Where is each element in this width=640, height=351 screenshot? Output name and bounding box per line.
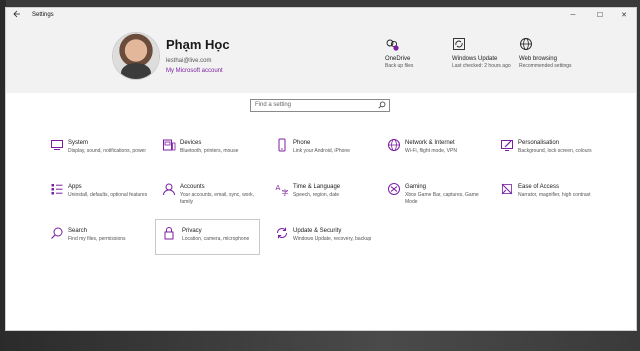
category-description: Xbox Game Bar, captures, Game Mode <box>405 192 479 205</box>
title-bar: Settings ─ ☐ ✕ <box>6 8 636 23</box>
category-description: Narrator, magnifier, high contrast <box>518 192 591 198</box>
category-description: Link your Android, iPhone <box>293 148 350 154</box>
category-search[interactable]: Search Find my files, permissions <box>47 224 151 260</box>
category-title: Update & Security <box>293 228 342 234</box>
svg-text:A: A <box>276 184 281 192</box>
window-title: Settings <box>32 12 54 18</box>
header-item-subtitle: Back up files <box>385 63 414 69</box>
category-phone[interactable]: Phone Link your Android, iPhone <box>272 136 376 172</box>
phone-icon <box>278 138 286 152</box>
maximize-button[interactable]: ☐ <box>588 8 612 23</box>
search-icon <box>51 227 63 239</box>
ease-of-access-icon <box>501 183 513 195</box>
minimize-button[interactable]: ─ <box>561 8 585 23</box>
category-description: Display, sound, notifications, power <box>68 148 147 154</box>
category-description: Location, camera, microphone <box>182 236 250 242</box>
header-item-windows-update[interactable]: Windows Update Last checked: 2 hours ago <box>452 37 514 70</box>
devices-icon <box>163 139 176 151</box>
account-header: Phạm Học lesthai@live.com My Microsoft a… <box>6 23 636 93</box>
account-email: lesthai@live.com <box>166 58 212 64</box>
windows-update-icon <box>453 38 465 50</box>
header-item-title: Web browsing <box>519 56 557 62</box>
header-item-onedrive[interactable]: OneDrive Back up files <box>385 37 447 70</box>
category-title: Phone <box>293 140 311 146</box>
category-title: Network & Internet <box>405 140 455 146</box>
svg-text:字: 字 <box>282 188 289 197</box>
header-item-subtitle: Last checked: 2 hours ago <box>452 63 511 69</box>
apps-icon <box>51 184 63 195</box>
account-name: Phạm Học <box>166 37 230 52</box>
network-icon <box>388 139 400 151</box>
category-privacy[interactable]: Privacy Location, camera, microphone <box>155 219 260 255</box>
category-title: Search <box>68 228 88 234</box>
update-security-icon <box>277 227 287 239</box>
accounts-icon <box>163 183 175 196</box>
desktop-background-bottom <box>0 331 640 351</box>
category-description: Bluetooth, printers, mouse <box>180 148 239 154</box>
category-description: Speech, region, date <box>293 192 340 198</box>
category-description: Uninstall, defaults, optional features <box>68 192 148 198</box>
settings-window: Settings ─ ☐ ✕ Phạm Học lesthai@live.com… <box>6 8 636 330</box>
search-icon[interactable] <box>378 101 386 109</box>
search-placeholder: Find a setting <box>255 102 292 108</box>
microsoft-account-link[interactable]: My Microsoft account <box>166 67 223 75</box>
category-apps[interactable]: Apps Uninstall, defaults, optional featu… <box>47 180 151 216</box>
category-update-security[interactable]: Update & Security Windows Update, recove… <box>272 224 376 260</box>
category-title: Ease of Access <box>518 184 560 190</box>
personalisation-icon <box>501 140 513 151</box>
category-title: System <box>68 140 89 146</box>
category-accounts[interactable]: Accounts Your accounts, email, sync, wor… <box>159 180 263 216</box>
avatar[interactable] <box>113 33 159 79</box>
category-description: Wi-Fi, flight mode, VPN <box>405 148 457 154</box>
header-item-web-browsing[interactable]: Web browsing Recommended settings <box>519 37 581 70</box>
category-personalisation[interactable]: Personalisation Background, lock screen,… <box>497 136 601 172</box>
back-arrow-icon <box>13 10 20 18</box>
category-ease-of-access[interactable]: Ease of Access Narrator, magnifier, high… <box>497 180 601 216</box>
category-title: Gaming <box>405 184 427 190</box>
category-description: Windows Update, recovery, backup <box>293 236 372 242</box>
gaming-icon <box>388 183 400 195</box>
web-browsing-icon <box>520 38 532 50</box>
header-item-title: Windows Update <box>452 56 498 62</box>
category-title: Privacy <box>182 228 202 234</box>
category-title: Accounts <box>180 184 205 190</box>
category-description: Background, lock screen, colours <box>518 148 592 154</box>
category-description: Your accounts, email, sync, work, family <box>180 192 255 205</box>
back-button[interactable] <box>10 9 24 22</box>
category-title: Personalisation <box>518 140 560 146</box>
header-item-subtitle: Recommended settings <box>519 63 572 69</box>
search-input[interactable]: Find a setting <box>250 99 390 112</box>
category-title: Time & Language <box>293 184 341 190</box>
category-time-language[interactable]: A 字 Time & Language Speech, region, date <box>272 180 376 216</box>
time-language-icon: A 字 <box>276 184 289 197</box>
category-network[interactable]: Network & Internet Wi-Fi, flight mode, V… <box>384 136 488 172</box>
system-icon <box>51 140 63 150</box>
category-gaming[interactable]: Gaming Xbox Game Bar, captures, Game Mod… <box>384 180 488 216</box>
category-devices[interactable]: Devices Bluetooth, printers, mouse <box>159 136 263 172</box>
privacy-icon <box>164 227 174 240</box>
category-title: Apps <box>68 184 82 190</box>
close-button[interactable]: ✕ <box>612 8 636 23</box>
category-title: Devices <box>180 140 202 146</box>
header-item-title: OneDrive <box>385 56 411 62</box>
onedrive-icon <box>386 39 399 51</box>
category-system[interactable]: System Display, sound, notifications, po… <box>47 136 151 172</box>
category-description: Find my files, permissions <box>68 236 126 242</box>
